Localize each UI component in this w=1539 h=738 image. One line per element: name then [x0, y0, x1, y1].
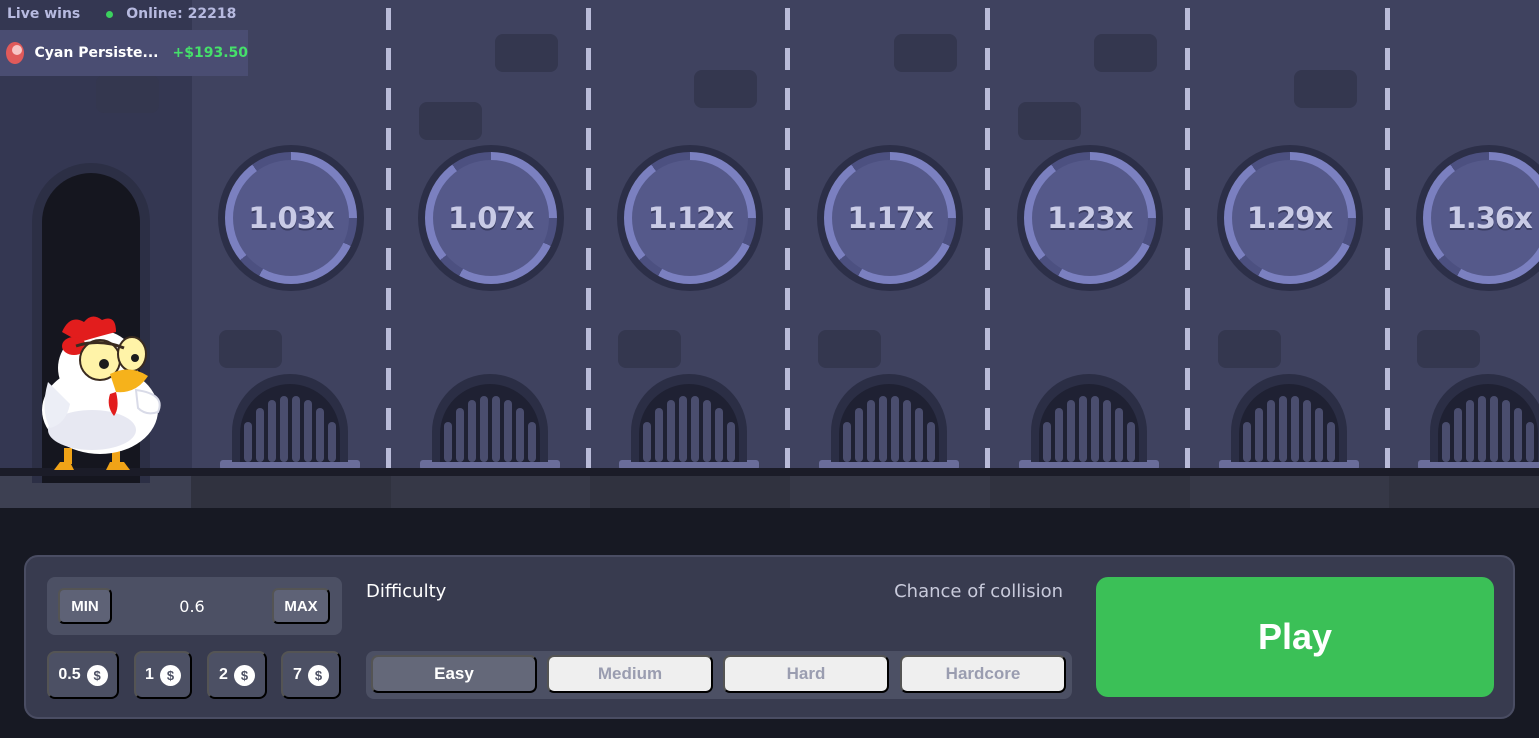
win-player-name: Cyan Persiste...: [34, 45, 159, 61]
live-win-entry: Cyan Persiste... +$193.50: [0, 30, 248, 76]
multiplier-label: 1.29x: [1246, 201, 1333, 235]
coin-face: 1.07x: [432, 160, 549, 276]
lane-floor-tile: [790, 476, 991, 508]
lane-divider: [985, 8, 991, 478]
ground-line: [0, 468, 1539, 476]
bet-amount-box: MIN 0.6 MAX: [47, 577, 342, 635]
quick-bet-button[interactable]: 1 $: [134, 651, 192, 699]
multiplier-label: 1.23x: [1047, 201, 1133, 235]
lane-divider: [585, 8, 591, 478]
wall-brick: [818, 330, 882, 368]
lane-floor-tile: [390, 476, 591, 508]
lane-divider: [785, 8, 791, 478]
wall-brick: [494, 34, 558, 72]
quick-bet-amount: 2: [219, 666, 228, 683]
coin-face: 1.12x: [632, 160, 749, 276]
multiplier-label: 1.36x: [1446, 201, 1533, 235]
dollar-coin-icon: $: [307, 664, 329, 686]
multiplier-coin[interactable]: 1.17x: [817, 145, 964, 291]
sewer-grate-icon: [1018, 374, 1159, 470]
difficulty-selector: Easy Medium Hard Hardcore: [366, 651, 1072, 699]
max-bet-button[interactable]: MAX: [272, 588, 330, 624]
multiplier-coin[interactable]: 1.36x: [1416, 145, 1539, 291]
wall-brick: [618, 330, 682, 368]
dollar-coin-icon: $: [86, 664, 108, 686]
lane-floor-tile: [989, 476, 1190, 508]
multiplier-coin[interactable]: 1.12x: [617, 145, 764, 291]
sewer-grate-icon: [619, 374, 760, 470]
game-root: 1.03x 1.07x 1.12x 1.17x 1.23x 1.29x 1.36x Li: [0, 0, 1539, 738]
lane-floor-tile: [1189, 476, 1390, 508]
difficulty-option-hardcore[interactable]: Hardcore: [900, 655, 1066, 693]
sewer-grate-icon: [1418, 374, 1539, 470]
multiplier-label: 1.12x: [647, 201, 734, 235]
wall-brick: [1093, 34, 1157, 72]
quick-bet-amount: 1: [145, 666, 154, 683]
wall-brick: [1417, 330, 1481, 368]
live-wins-label: Live wins: [7, 6, 81, 22]
coin-face: 1.36x: [1431, 160, 1539, 276]
quick-bet-amount: 7: [293, 666, 302, 683]
wall-brick: [694, 70, 758, 108]
wall-brick: [1217, 330, 1281, 368]
multiplier-coin[interactable]: 1.29x: [1216, 145, 1363, 291]
quick-bet-button[interactable]: 7 $: [281, 651, 341, 699]
collision-chance-label: Chance of collision: [894, 581, 1063, 602]
difficulty-option-easy[interactable]: Easy: [371, 655, 537, 693]
live-wins-bar: Live wins Online: 22218: [0, 0, 236, 28]
game-scene: 1.03x 1.07x 1.12x 1.17x 1.23x 1.29x 1.36x: [0, 0, 1539, 508]
dollar-coin-icon: $: [233, 664, 255, 686]
wall-brick: [96, 75, 159, 113]
multiplier-coin[interactable]: 1.23x: [1016, 145, 1163, 291]
quick-bet-button[interactable]: 2 $: [207, 651, 267, 699]
online-count: Online: 22218: [126, 6, 237, 22]
difficulty-option-hard[interactable]: Hard: [723, 655, 889, 693]
control-panel: MIN 0.6 MAX 0.5 $ 1 $ 2 $ 7 $ Difficulty…: [24, 555, 1515, 719]
difficulty-label: Difficulty: [366, 581, 447, 602]
min-bet-button[interactable]: MIN: [58, 588, 112, 624]
multiplier-label: 1.03x: [248, 201, 334, 235]
quick-bet-amount: 0.5: [58, 666, 81, 683]
multiplier-label: 1.07x: [448, 201, 534, 235]
multiplier-label: 1.17x: [847, 201, 933, 235]
lane-floor-tile: [191, 476, 391, 508]
difficulty-option-medium[interactable]: Medium: [547, 655, 713, 693]
sewer-grate-icon: [1218, 374, 1359, 470]
quick-bet-button[interactable]: 0.5 $: [47, 651, 119, 699]
coin-face: 1.23x: [1031, 160, 1148, 276]
coin-face: 1.29x: [1231, 160, 1348, 276]
lane-floor-tile: [1389, 476, 1539, 508]
wall-brick: [219, 330, 282, 368]
wall-brick: [418, 102, 482, 140]
wall-brick: [1293, 70, 1357, 108]
sewer-grate-icon: [819, 374, 960, 470]
online-dot-icon: [106, 10, 114, 18]
win-amount: +$193.50: [172, 45, 249, 61]
chicken-character: [42, 316, 161, 470]
multiplier-coin[interactable]: 1.07x: [417, 145, 564, 291]
lane-divider: [1184, 8, 1190, 478]
coin-face: 1.03x: [233, 160, 349, 276]
wall-brick: [894, 34, 958, 72]
bet-amount-input[interactable]: 0.6: [112, 577, 272, 635]
sewer-grate-icon: [419, 374, 560, 470]
lane-divider: [1384, 8, 1390, 478]
play-button[interactable]: Play: [1096, 577, 1494, 697]
multiplier-coin[interactable]: 1.03x: [218, 145, 364, 291]
lane-floor-tile: [590, 476, 791, 508]
dollar-coin-icon: $: [159, 664, 181, 686]
lane-divider: [386, 8, 391, 478]
avatar-icon: [6, 42, 24, 64]
coin-face: 1.17x: [832, 160, 949, 276]
wall-brick: [1017, 102, 1081, 140]
sewer-grate-icon: [220, 374, 360, 470]
